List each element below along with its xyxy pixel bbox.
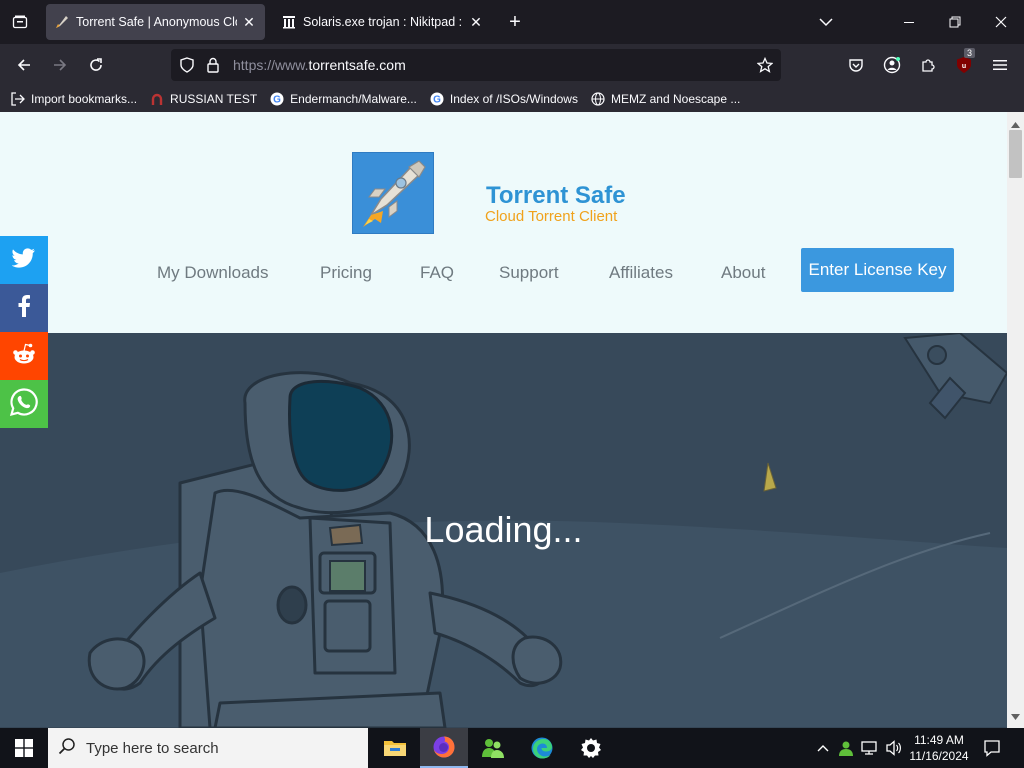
svg-text:u: u xyxy=(962,63,966,70)
address-bar[interactable]: https://www.torrentsafe.com xyxy=(171,49,781,81)
hero-loading-section: Loading... xyxy=(0,333,1007,728)
nav-my-downloads[interactable]: My Downloads xyxy=(157,263,269,283)
notifications-icon[interactable] xyxy=(978,728,1006,768)
google-icon: G xyxy=(429,91,445,107)
pocket-icon[interactable] xyxy=(842,52,870,78)
svg-text:G: G xyxy=(433,95,441,106)
minimize-icon[interactable] xyxy=(895,8,923,36)
globe-icon xyxy=(590,91,606,107)
import-icon xyxy=(10,91,26,107)
close-tab-icon[interactable]: ✕ xyxy=(241,14,257,30)
whatsapp-icon xyxy=(9,387,39,422)
reddit-icon xyxy=(11,343,37,370)
taskbar-search-box[interactable]: Type here to search xyxy=(48,728,368,768)
tab-solaris[interactable]: Solaris.exe trojan : Nikitpad : Fr ✕ xyxy=(273,4,492,40)
bookmark-item[interactable]: MEMZ and Noescape ... xyxy=(590,91,740,107)
windows-start-icon[interactable] xyxy=(0,728,48,768)
restore-icon[interactable] xyxy=(941,8,969,36)
forward-arrow-icon[interactable] xyxy=(46,52,74,78)
horseshoe-icon xyxy=(149,91,165,107)
bookmark-item[interactable]: G Endermanch/Malware... xyxy=(269,91,417,107)
url-text[interactable]: https://www.torrentsafe.com xyxy=(233,57,406,73)
tab-title: Solaris.exe trojan : Nikitpad : Fr xyxy=(303,15,464,29)
library-favicon-icon xyxy=(281,14,297,30)
google-icon: G xyxy=(269,91,285,107)
navigation-toolbar: https://www.torrentsafe.com u 3 xyxy=(0,44,1024,86)
back-arrow-icon[interactable] xyxy=(10,52,38,78)
twitter-share-button[interactable] xyxy=(0,236,48,284)
user-tray-icon[interactable] xyxy=(835,728,857,768)
web-page: Torrent Safe Cloud Torrent Client My Dow… xyxy=(0,112,1007,728)
svg-text:G: G xyxy=(273,95,281,106)
loading-text: Loading... xyxy=(424,509,583,550)
people-icon[interactable] xyxy=(469,728,517,768)
clock-date: 11/16/2024 xyxy=(909,749,969,763)
show-hidden-icons-icon[interactable] xyxy=(813,728,833,768)
page-scrollbar[interactable] xyxy=(1007,112,1024,728)
nav-affiliates[interactable]: Affiliates xyxy=(609,263,673,283)
reddit-share-button[interactable] xyxy=(0,332,48,380)
system-clock[interactable]: 11:49 AM 11/16/2024 xyxy=(906,732,972,764)
ublock-origin-icon[interactable]: u 3 xyxy=(950,48,978,78)
scroll-down-icon[interactable] xyxy=(1011,707,1020,725)
nav-pricing[interactable]: Pricing xyxy=(320,263,372,283)
search-icon xyxy=(58,737,76,760)
lock-icon[interactable] xyxy=(206,57,220,78)
menu-hamburger-icon[interactable] xyxy=(986,52,1014,78)
windows-taskbar: Type here to search 11:49 AM 11/16/2024 xyxy=(0,728,1024,768)
tab-bar: Torrent Safe | Anonymous Cloud ✕ Solaris… xyxy=(0,0,1024,44)
url-domain: torrentsafe.com xyxy=(308,57,406,73)
network-icon[interactable] xyxy=(859,728,881,768)
reload-icon[interactable] xyxy=(82,52,110,78)
extensions-icon[interactable] xyxy=(914,52,942,78)
facebook-icon xyxy=(17,294,31,322)
file-explorer-icon[interactable] xyxy=(371,728,419,768)
bookmark-label: Import bookmarks... xyxy=(31,92,138,106)
notification-badge: 3 xyxy=(964,48,976,58)
bookmarks-toolbar: Import bookmarks... RUSSIAN TEST G Ender… xyxy=(0,86,1024,112)
bookmark-label: Index of /ISOs/Windows xyxy=(449,92,578,106)
rocket-favicon-icon xyxy=(54,14,70,30)
account-icon[interactable] xyxy=(878,52,906,78)
settings-icon[interactable] xyxy=(567,728,615,768)
bookmark-label: Endermanch/Malware... xyxy=(290,92,417,106)
close-window-icon[interactable] xyxy=(987,8,1015,36)
whatsapp-share-button[interactable] xyxy=(0,380,48,428)
bookmark-item[interactable]: G Index of /ISOs/Windows xyxy=(429,91,578,107)
firefox-icon[interactable] xyxy=(420,728,468,768)
facebook-share-button[interactable] xyxy=(0,284,48,332)
list-all-tabs-icon[interactable] xyxy=(812,8,840,36)
scrollbar-thumb[interactable] xyxy=(1009,130,1022,178)
tab-list-icon[interactable] xyxy=(8,10,32,34)
bookmark-label: MEMZ and Noescape ... xyxy=(610,92,741,106)
rocket-logo-icon[interactable] xyxy=(352,152,434,234)
tab-torrent-safe[interactable]: Torrent Safe | Anonymous Cloud ✕ xyxy=(46,4,265,40)
bookmark-label: RUSSIAN TEST xyxy=(170,92,258,106)
clock-time: 11:49 AM xyxy=(914,733,964,747)
enter-license-key-button[interactable]: Enter License Key xyxy=(801,248,954,292)
search-placeholder: Type here to search xyxy=(86,739,219,757)
brand-tagline: Cloud Torrent Client xyxy=(485,208,618,225)
close-tab-icon[interactable]: ✕ xyxy=(468,14,484,30)
tab-title: Torrent Safe | Anonymous Cloud xyxy=(76,15,237,29)
nav-about[interactable]: About xyxy=(721,263,765,283)
volume-icon[interactable] xyxy=(883,728,905,768)
nav-faq[interactable]: FAQ xyxy=(420,263,454,283)
new-tab-icon[interactable]: + xyxy=(503,10,527,34)
bookmark-item[interactable]: RUSSIAN TEST xyxy=(149,91,257,107)
edge-icon[interactable] xyxy=(518,728,566,768)
bookmark-star-icon[interactable] xyxy=(756,56,774,78)
tracking-shield-icon[interactable] xyxy=(179,57,195,78)
url-prefix: https://www. xyxy=(233,57,309,73)
bookmark-item[interactable]: Import bookmarks... xyxy=(10,91,137,107)
twitter-icon xyxy=(11,247,36,273)
brand-name[interactable]: Torrent Safe xyxy=(486,182,626,210)
nav-support[interactable]: Support xyxy=(499,263,559,283)
